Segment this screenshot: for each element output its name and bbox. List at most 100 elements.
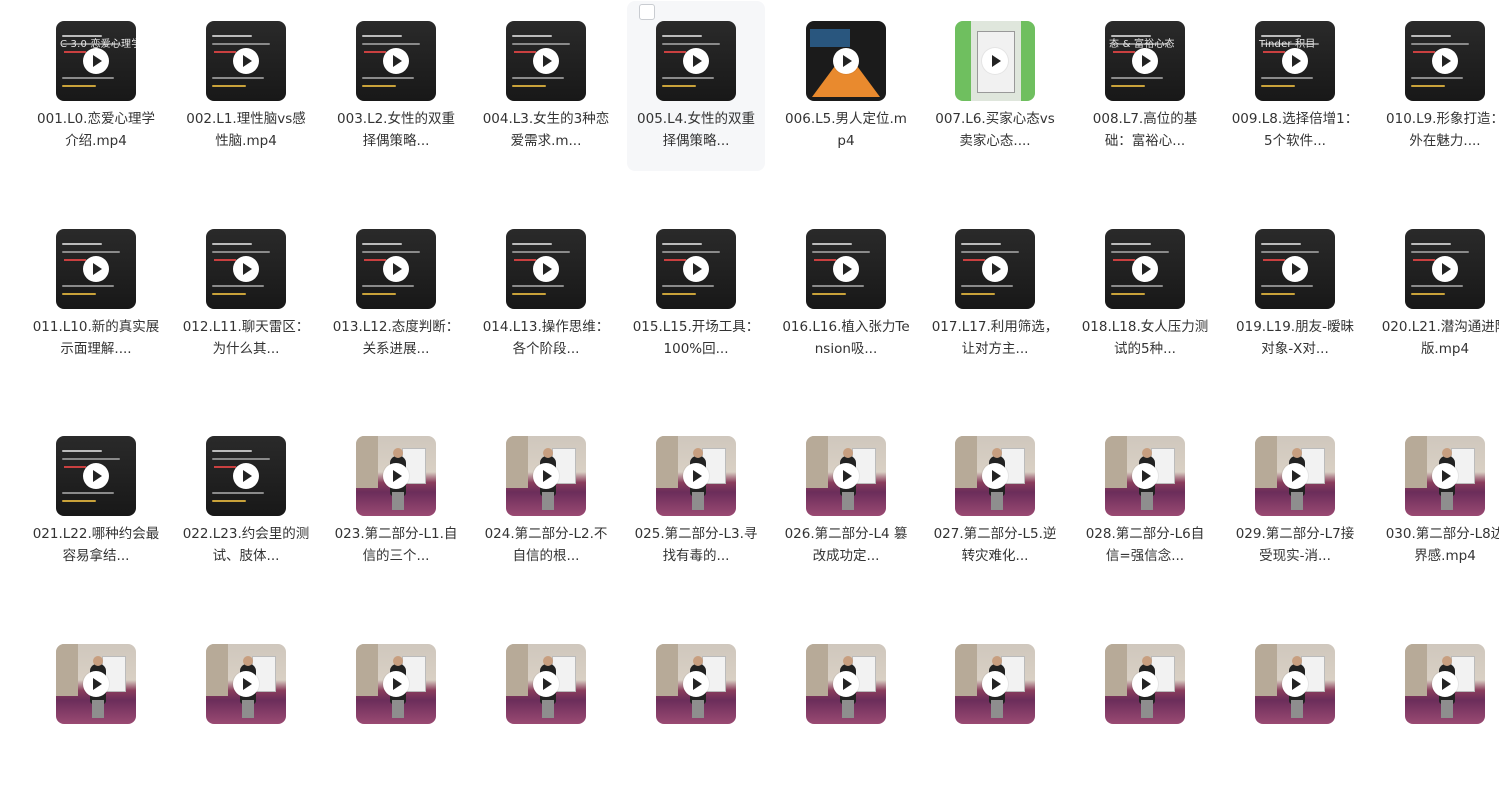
file-name[interactable]: 027.第二部分-L5.逆转灾难化... <box>930 523 1060 567</box>
video-thumbnail[interactable] <box>1105 436 1185 516</box>
video-thumbnail[interactable] <box>356 644 436 724</box>
video-thumbnail[interactable] <box>806 644 886 724</box>
file-name[interactable]: 006.L5.男人定位.mp4 <box>781 108 911 152</box>
file-name[interactable]: 017.L17.利用筛选，让对方主... <box>930 316 1060 360</box>
video-thumbnail[interactable] <box>656 229 736 309</box>
video-thumbnail[interactable] <box>955 21 1035 101</box>
video-thumbnail[interactable] <box>506 644 586 724</box>
video-thumbnail[interactable] <box>656 21 736 101</box>
video-thumbnail[interactable] <box>955 644 1035 724</box>
file-tile[interactable]: 026.第二部分-L4 篡改成功定... <box>777 416 915 586</box>
file-name[interactable]: 015.L15.开场工具：100%回... <box>631 316 761 360</box>
video-thumbnail[interactable] <box>1105 229 1185 309</box>
file-tile[interactable]: 029.第二部分-L7接受现实-消... <box>1226 416 1364 586</box>
file-tile[interactable]: 017.L17.利用筛选，让对方主... <box>926 209 1064 379</box>
file-tile[interactable] <box>777 624 915 794</box>
video-thumbnail[interactable] <box>1405 21 1485 101</box>
file-tile[interactable]: 022.L23.约会里的测试、肢体... <box>177 416 315 586</box>
file-name[interactable]: 008.L7.高位的基础：富裕心... <box>1080 108 1210 152</box>
file-tile[interactable]: 023.第二部分-L1.自信的三个... <box>327 416 465 586</box>
file-name[interactable]: 003.L2.女性的双重择偶策略... <box>331 108 461 152</box>
file-tile[interactable]: 012.L11.聊天雷区：为什么其... <box>177 209 315 379</box>
file-name[interactable]: 025.第二部分-L3.寻找有毒的... <box>631 523 761 567</box>
video-thumbnail[interactable] <box>1405 436 1485 516</box>
video-thumbnail[interactable]: Tinder 积目 <box>1255 21 1335 101</box>
file-tile[interactable]: 002.L1.理性脑vs感性脑.mp4 <box>177 1 315 171</box>
file-name[interactable]: 007.L6.买家心态vs卖家心态.... <box>930 108 1060 152</box>
select-checkbox[interactable] <box>639 4 655 20</box>
file-tile[interactable]: 004.L3.女生的3种恋爱需求.m... <box>477 1 615 171</box>
video-thumbnail[interactable] <box>356 21 436 101</box>
file-name[interactable]: 005.L4.女性的双重择偶策略... <box>631 108 761 152</box>
file-tile[interactable]: 019.L19.朋友-暧昧对象-X对... <box>1226 209 1364 379</box>
file-name[interactable]: 024.第二部分-L2.不自信的根... <box>481 523 611 567</box>
file-tile[interactable]: 030.第二部分-L8边界感.mp4 <box>1376 416 1499 586</box>
file-tile[interactable]: 028.第二部分-L6自信=强信念... <box>1076 416 1214 586</box>
file-tile[interactable]: 006.L5.男人定位.mp4 <box>777 1 915 171</box>
video-thumbnail[interactable] <box>656 436 736 516</box>
video-thumbnail[interactable] <box>206 644 286 724</box>
file-name[interactable]: 030.第二部分-L8边界感.mp4 <box>1380 523 1499 567</box>
file-tile[interactable]: 025.第二部分-L3.寻找有毒的... <box>627 416 765 586</box>
file-name[interactable]: 019.L19.朋友-暧昧对象-X对... <box>1230 316 1360 360</box>
file-name[interactable]: 010.L9.形象打造：外在魅力.... <box>1380 108 1499 152</box>
video-thumbnail[interactable] <box>506 436 586 516</box>
video-thumbnail[interactable] <box>56 229 136 309</box>
file-name[interactable]: 004.L3.女生的3种恋爱需求.m... <box>481 108 611 152</box>
file-tile[interactable] <box>1226 624 1364 794</box>
file-tile[interactable]: 010.L9.形象打造：外在魅力.... <box>1376 1 1499 171</box>
file-tile[interactable] <box>926 624 1064 794</box>
video-thumbnail[interactable] <box>1105 644 1185 724</box>
file-tile[interactable] <box>627 624 765 794</box>
file-tile[interactable]: 005.L4.女性的双重择偶策略... <box>627 1 765 171</box>
file-name[interactable]: 029.第二部分-L7接受现实-消... <box>1230 523 1360 567</box>
video-thumbnail[interactable] <box>356 229 436 309</box>
file-name[interactable]: 014.L13.操作思维：各个阶段... <box>481 316 611 360</box>
file-tile[interactable] <box>177 624 315 794</box>
video-thumbnail[interactable] <box>506 229 586 309</box>
file-tile[interactable] <box>477 624 615 794</box>
video-thumbnail[interactable] <box>656 644 736 724</box>
file-tile[interactable]: 011.L10.新的真实展示面理解.... <box>27 209 165 379</box>
video-thumbnail[interactable] <box>206 21 286 101</box>
file-tile[interactable]: 027.第二部分-L5.逆转灾难化... <box>926 416 1064 586</box>
video-thumbnail[interactable] <box>1255 436 1335 516</box>
file-name[interactable]: 013.L12.态度判断：关系进展... <box>331 316 461 360</box>
file-tile[interactable]: 015.L15.开场工具：100%回... <box>627 209 765 379</box>
file-tile[interactable]: 020.L21.潜沟通进阶版.mp4 <box>1376 209 1499 379</box>
file-tile[interactable]: Tinder 积目 009.L8.选择倍增1：5个软件... <box>1226 1 1364 171</box>
video-thumbnail[interactable] <box>806 21 886 101</box>
video-thumbnail[interactable] <box>356 436 436 516</box>
file-name[interactable]: 009.L8.选择倍增1：5个软件... <box>1230 108 1360 152</box>
file-name[interactable]: 016.L16.植入张力Tension吸... <box>781 316 911 360</box>
file-name[interactable]: 001.L0.恋爱心理学介绍.mp4 <box>31 108 161 152</box>
file-tile[interactable]: 014.L13.操作思维：各个阶段... <box>477 209 615 379</box>
file-tile[interactable]: 024.第二部分-L2.不自信的根... <box>477 416 615 586</box>
video-thumbnail[interactable] <box>1255 229 1335 309</box>
file-tile[interactable]: 021.L22.哪种约会最容易拿结... <box>27 416 165 586</box>
file-name[interactable]: 020.L21.潜沟通进阶版.mp4 <box>1380 316 1499 360</box>
file-name[interactable]: 023.第二部分-L1.自信的三个... <box>331 523 461 567</box>
video-thumbnail[interactable] <box>1255 644 1335 724</box>
file-name[interactable]: 011.L10.新的真实展示面理解.... <box>31 316 161 360</box>
video-thumbnail[interactable] <box>56 644 136 724</box>
video-thumbnail[interactable] <box>806 229 886 309</box>
file-tile[interactable] <box>27 624 165 794</box>
video-thumbnail[interactable] <box>955 229 1035 309</box>
video-thumbnail[interactable] <box>955 436 1035 516</box>
file-tile[interactable]: 016.L16.植入张力Tension吸... <box>777 209 915 379</box>
file-tile[interactable] <box>327 624 465 794</box>
file-name[interactable]: 022.L23.约会里的测试、肢体... <box>181 523 311 567</box>
file-name[interactable]: 018.L18.女人压力测试的5种... <box>1080 316 1210 360</box>
video-thumbnail[interactable] <box>1405 229 1485 309</box>
file-name[interactable]: 026.第二部分-L4 篡改成功定... <box>781 523 911 567</box>
video-thumbnail[interactable] <box>206 436 286 516</box>
video-thumbnail[interactable] <box>56 436 136 516</box>
video-thumbnail[interactable]: 态 & 富裕心态 <box>1105 21 1185 101</box>
file-name[interactable]: 002.L1.理性脑vs感性脑.mp4 <box>181 108 311 152</box>
video-thumbnail[interactable] <box>806 436 886 516</box>
file-name[interactable]: 012.L11.聊天雷区：为什么其... <box>181 316 311 360</box>
file-tile[interactable]: C 3.0 恋爱心理学介绍 001.L0.恋爱心理学介绍.mp4 <box>27 1 165 171</box>
video-thumbnail[interactable]: C 3.0 恋爱心理学介绍 <box>56 21 136 101</box>
file-tile[interactable]: 018.L18.女人压力测试的5种... <box>1076 209 1214 379</box>
